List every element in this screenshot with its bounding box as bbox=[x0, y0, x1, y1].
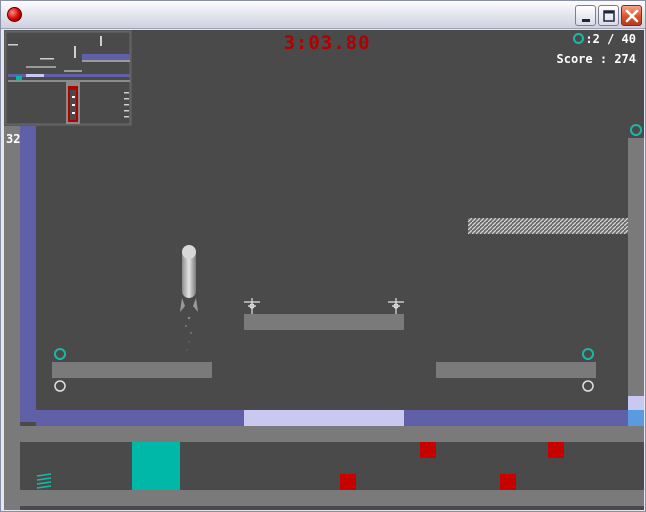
teal-ring-icon bbox=[582, 348, 594, 360]
lamp-icon bbox=[388, 298, 404, 314]
right-wall-blue bbox=[628, 410, 644, 426]
platform-left bbox=[52, 362, 212, 378]
score-value: 274 bbox=[614, 52, 636, 66]
minimize-icon bbox=[582, 19, 590, 22]
game-window: 3:03.80 :2 / 40 Score : 274 32 bbox=[0, 0, 646, 512]
game-canvas[interactable]: 3:03.80 :2 / 40 Score : 274 32 bbox=[4, 30, 644, 510]
collectible-counter: :2 / 40 bbox=[573, 32, 636, 46]
right-wall bbox=[628, 138, 644, 396]
minimap bbox=[4, 30, 132, 126]
floor-right bbox=[404, 410, 628, 426]
corridor-ceiling bbox=[20, 426, 644, 442]
floor-glow bbox=[244, 410, 404, 426]
level-scene bbox=[4, 30, 644, 510]
hazard-block bbox=[548, 442, 564, 458]
close-icon bbox=[625, 9, 639, 23]
red-ball-icon[interactable] bbox=[7, 7, 22, 22]
score-label: Score bbox=[556, 52, 593, 66]
white-ring-icon bbox=[582, 380, 594, 392]
hazard-block bbox=[420, 442, 436, 458]
teal-ring-icon bbox=[54, 348, 66, 360]
platform-right bbox=[436, 362, 596, 378]
floor-left bbox=[36, 410, 244, 426]
timer: 3:03.80 bbox=[283, 32, 371, 54]
score-display: Score : 274 bbox=[556, 52, 637, 66]
player-rocket bbox=[180, 245, 198, 351]
white-ring-icon bbox=[54, 380, 66, 392]
hazard-block bbox=[340, 474, 356, 490]
hatched-ledge bbox=[468, 218, 628, 234]
title-bar[interactable] bbox=[1, 1, 645, 29]
right-wall-light bbox=[628, 396, 644, 410]
collectible-count: 2 / 40 bbox=[592, 32, 636, 46]
lamp-icon bbox=[244, 298, 260, 314]
teal-ring-icon bbox=[573, 33, 585, 44]
left-wall bbox=[20, 126, 36, 422]
spring-icon bbox=[36, 473, 52, 489]
hazard-block bbox=[500, 474, 516, 490]
teal-block bbox=[132, 442, 180, 490]
close-button[interactable] bbox=[621, 5, 642, 26]
teal-ring-icon bbox=[630, 124, 642, 136]
depth-indicator: 32 bbox=[6, 132, 21, 146]
platform-center bbox=[244, 314, 404, 330]
minimize-button[interactable] bbox=[575, 5, 596, 26]
corridor-floor bbox=[20, 490, 644, 506]
maximize-button[interactable] bbox=[598, 5, 619, 26]
left-wall-outer bbox=[4, 126, 20, 510]
maximize-icon bbox=[603, 10, 615, 22]
